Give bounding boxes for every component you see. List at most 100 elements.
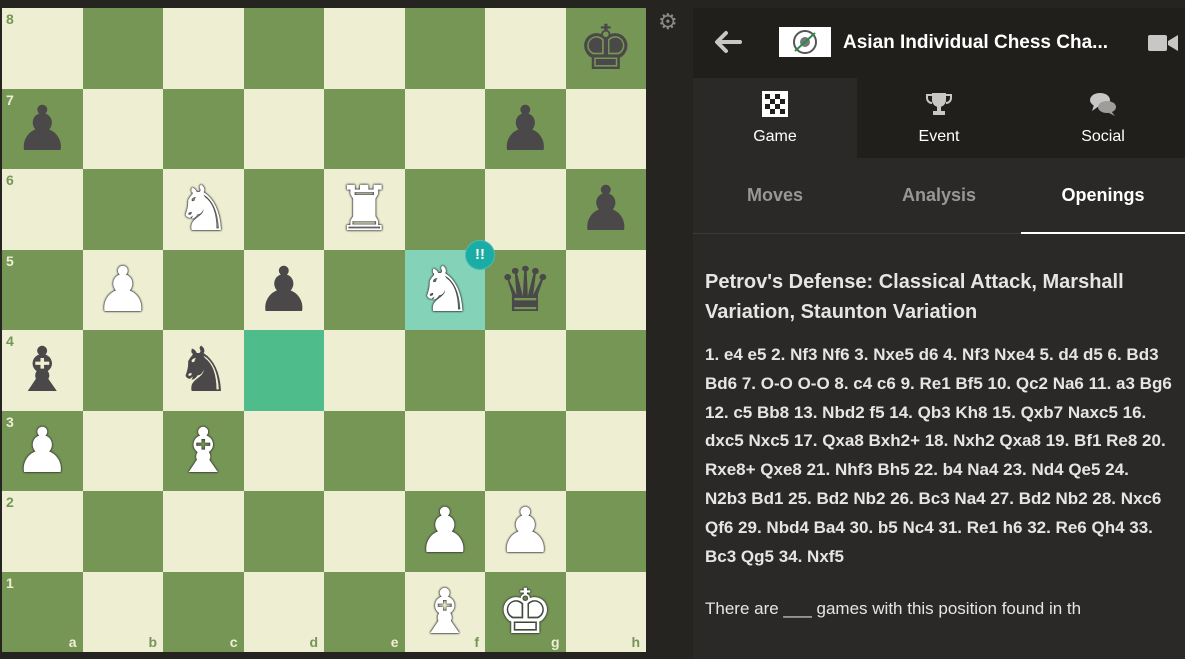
square-c8[interactable]	[163, 8, 244, 89]
square-h8[interactable]: ♚	[565, 8, 647, 89]
black-pawn-piece[interactable]: ♟	[485, 89, 566, 170]
square-e7[interactable]	[324, 88, 405, 169]
square-c7[interactable]	[163, 88, 244, 169]
square-b4[interactable]	[82, 330, 163, 411]
square-d5[interactable]: ♟	[243, 249, 325, 331]
square-h5[interactable]	[565, 249, 646, 330]
square-f1[interactable]: f ♝	[404, 571, 486, 653]
square-d4[interactable]	[243, 330, 324, 411]
white-rook-piece[interactable]: ♜	[324, 169, 405, 250]
square-c5[interactable]	[163, 249, 244, 330]
square-c1[interactable]: c	[163, 571, 244, 652]
white-bishop-piece[interactable]: ♝	[405, 572, 486, 653]
square-g6[interactable]	[485, 169, 566, 250]
square-b2[interactable]	[82, 491, 163, 572]
square-a5[interactable]: 5	[2, 249, 83, 330]
gear-icon[interactable]: ⚙	[658, 10, 678, 35]
square-d6[interactable]	[243, 169, 324, 250]
square-h4[interactable]	[565, 330, 646, 411]
square-g3[interactable]	[485, 410, 566, 491]
black-bishop-piece[interactable]: ♝	[2, 330, 83, 411]
square-f5[interactable]: ♞!!	[404, 239, 495, 330]
square-e5[interactable]	[324, 249, 405, 330]
rank-label: 8	[6, 11, 14, 27]
white-pawn-piece[interactable]: ♟	[83, 250, 164, 331]
main-tabs: Game Event Social	[693, 78, 1185, 158]
tab-social-label: Social	[1081, 128, 1125, 145]
square-e1[interactable]: e	[324, 571, 405, 652]
chess-board[interactable]: 8 ♚ 7 ♟ ♟ 6 ♞ ♜ ♟ 5 ♟ ♟ ♞!! ♛ 4 ♝ ♞ 3 ♟ ♝ 2 ♟ ♟ 1 a b c d e f ♝ g ♚ h	[2, 8, 646, 652]
square-f6[interactable]	[404, 169, 485, 250]
square-b1[interactable]: b	[82, 571, 163, 652]
tab-event[interactable]: Event	[857, 78, 1021, 158]
square-d2[interactable]	[243, 491, 324, 572]
black-king-piece[interactable]: ♚	[566, 8, 647, 89]
arrow-left-icon[interactable]	[713, 30, 743, 54]
square-a6[interactable]: 6	[2, 169, 83, 250]
square-f7[interactable]	[404, 88, 485, 169]
square-h7[interactable]	[565, 88, 646, 169]
square-a4[interactable]: 4 ♝	[2, 330, 83, 411]
square-g2[interactable]: ♟	[485, 491, 566, 572]
white-king-piece[interactable]: ♚	[485, 572, 566, 653]
square-b6[interactable]	[82, 169, 163, 250]
square-f8[interactable]	[404, 8, 485, 89]
square-a1[interactable]: 1a	[2, 571, 83, 652]
file-label: e	[390, 634, 399, 650]
square-c6[interactable]: ♞	[163, 169, 244, 250]
square-b7[interactable]	[82, 88, 163, 169]
square-a3[interactable]: 3 ♟	[2, 410, 83, 492]
black-pawn-piece[interactable]: ♟	[244, 250, 325, 331]
tab-game[interactable]: Game	[693, 78, 857, 158]
event-title[interactable]: Asian Individual Chess Cha...	[843, 32, 1108, 54]
square-d1[interactable]: d	[243, 571, 324, 652]
square-a8[interactable]: 8	[2, 8, 83, 89]
square-e3[interactable]	[324, 410, 405, 491]
side-panel: Asian Individual Chess Cha... Game Event…	[693, 8, 1185, 659]
tab-social[interactable]: Social	[1021, 78, 1185, 158]
video-camera-icon[interactable]	[1148, 33, 1178, 53]
square-c3[interactable]: ♝	[163, 410, 244, 492]
square-d3[interactable]	[243, 410, 324, 491]
square-e4[interactable]	[324, 330, 405, 411]
square-b5[interactable]: ♟	[82, 249, 164, 331]
square-h6[interactable]: ♟	[565, 169, 647, 250]
square-f4[interactable]	[404, 330, 485, 411]
square-g5[interactable]: ♛	[485, 249, 566, 331]
square-b8[interactable]	[82, 8, 163, 89]
tab-moves[interactable]: Moves	[693, 158, 857, 233]
square-e6[interactable]: ♜	[324, 169, 405, 250]
black-pawn-piece[interactable]: ♟	[2, 89, 83, 170]
square-f2[interactable]: ♟	[404, 491, 486, 572]
square-g8[interactable]	[485, 8, 566, 89]
white-bishop-piece[interactable]: ♝	[163, 411, 244, 492]
square-g1[interactable]: g ♚	[485, 571, 566, 653]
black-queen-piece[interactable]: ♛	[485, 250, 566, 331]
white-pawn-piece[interactable]: ♟	[405, 491, 486, 572]
black-knight-piece[interactable]: ♞	[163, 330, 244, 411]
square-c2[interactable]	[163, 491, 244, 572]
square-g4[interactable]	[485, 330, 566, 411]
square-e8[interactable]	[324, 8, 405, 89]
square-h1[interactable]: h	[565, 571, 646, 652]
sub-tabs: Moves Analysis Openings	[693, 158, 1185, 234]
square-e2[interactable]	[324, 491, 405, 572]
square-h3[interactable]	[565, 410, 646, 491]
square-b3[interactable]	[82, 410, 163, 491]
white-pawn-piece[interactable]: ♟	[485, 491, 566, 572]
square-c4[interactable]: ♞	[163, 330, 244, 411]
square-a2[interactable]: 2	[2, 491, 83, 572]
square-g7[interactable]: ♟	[485, 88, 566, 170]
opening-panel: Petrov's Defense: Classical Attack, Mars…	[693, 234, 1185, 621]
square-a7[interactable]: 7 ♟	[2, 88, 83, 170]
square-h2[interactable]	[565, 491, 646, 572]
white-pawn-piece[interactable]: ♟	[2, 411, 83, 492]
square-d8[interactable]	[243, 8, 324, 89]
black-pawn-piece[interactable]: ♟	[566, 169, 647, 250]
square-d7[interactable]	[243, 88, 324, 169]
white-knight-piece[interactable]: ♞	[163, 169, 244, 250]
tab-analysis[interactable]: Analysis	[857, 158, 1021, 233]
tab-openings[interactable]: Openings	[1021, 158, 1185, 234]
square-f3[interactable]	[404, 410, 485, 491]
opening-description: There are ___ games with this position f…	[705, 599, 1082, 619]
